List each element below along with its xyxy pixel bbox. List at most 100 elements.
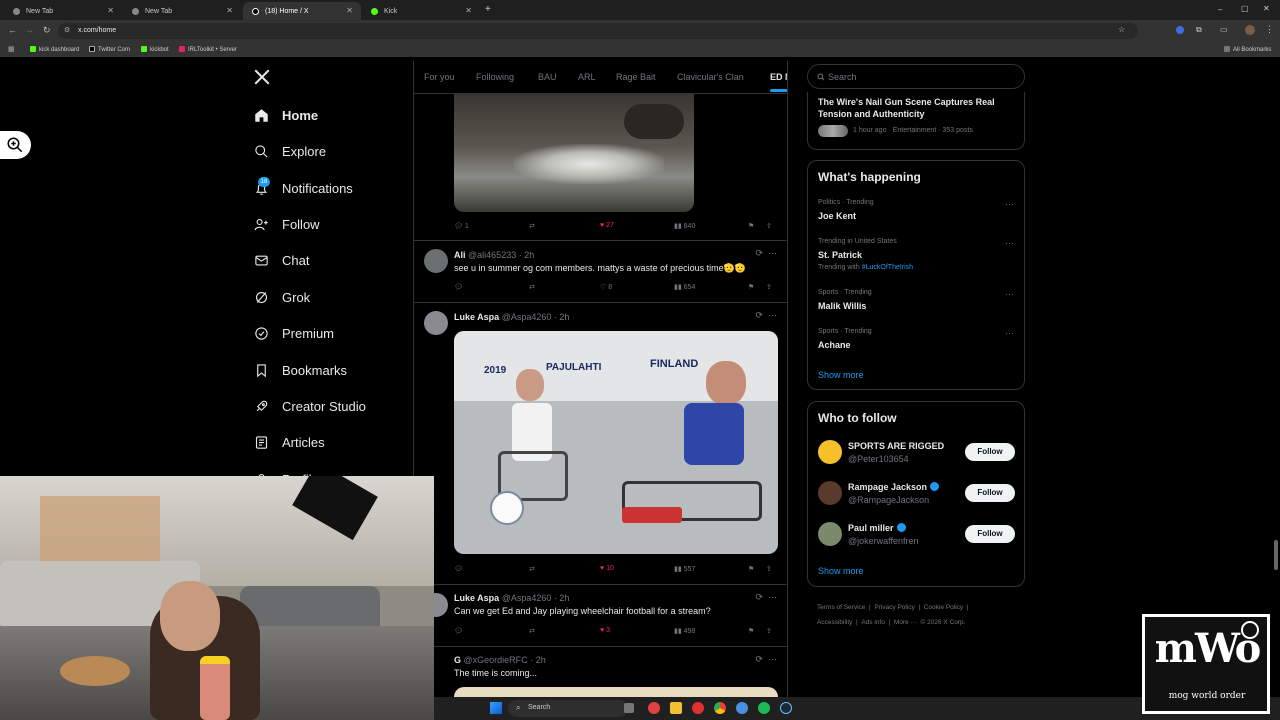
- more-icon[interactable]: ···: [1005, 328, 1014, 338]
- share-icon[interactable]: ⇪: [766, 565, 772, 573]
- window-close-button[interactable]: ✕: [1263, 4, 1270, 13]
- trend-item[interactable]: Malik Willis: [818, 301, 866, 311]
- avatar[interactable]: [818, 481, 842, 505]
- avatar[interactable]: [424, 249, 448, 273]
- post[interactable]: 💬︎ 1 ⇄ ♥ 27 ▮▮ 840 ⚑ ⇪: [414, 94, 787, 241]
- bookmark-icon[interactable]: ⚑: [748, 627, 754, 635]
- reload-icon[interactable]: ↻: [43, 25, 51, 36]
- app-icon[interactable]: [736, 702, 748, 714]
- spotify-icon[interactable]: [758, 702, 770, 714]
- like-button[interactable]: ♥ 10: [600, 565, 614, 572]
- post[interactable]: Luke Aspa @Aspa4260 · 2h ⟳ ··· 2019 PAJU…: [414, 303, 787, 585]
- bookmark-item[interactable]: Twitter Com: [89, 46, 130, 53]
- side-panel-icon[interactable]: ▭: [1220, 25, 1228, 34]
- minimize-button[interactable]: –: [1218, 5, 1222, 14]
- more-icon[interactable]: ···: [1005, 238, 1014, 248]
- bookmark-star-icon[interactable]: ☆: [1118, 25, 1125, 34]
- footer-link[interactable]: Privacy Policy: [874, 604, 914, 611]
- views-count[interactable]: ▮▮ 840: [674, 222, 695, 230]
- post-image[interactable]: [454, 94, 694, 212]
- footer-link[interactable]: Terms of Service: [817, 604, 865, 611]
- nav-creator-studio[interactable]: Creator Studio: [254, 394, 366, 418]
- browser-tab-active[interactable]: (18) Home / X ✕: [243, 2, 361, 20]
- x-logo-icon[interactable]: [253, 68, 271, 91]
- search-input[interactable]: Search: [807, 64, 1025, 89]
- file-explorer-icon[interactable]: [670, 702, 682, 714]
- browser-tab[interactable]: Kick ✕: [362, 2, 480, 20]
- footer-link[interactable]: More ···: [894, 619, 917, 626]
- nav-follow[interactable]: Follow: [254, 212, 320, 236]
- views-count[interactable]: ▮▮ 557: [674, 565, 695, 573]
- forward-icon[interactable]: →: [25, 25, 34, 35]
- reply-button[interactable]: 💬︎: [454, 283, 463, 291]
- trend-item[interactable]: Achane: [818, 340, 851, 350]
- close-tab-icon[interactable]: ✕: [465, 6, 472, 15]
- share-icon[interactable]: ⇪: [766, 627, 772, 635]
- like-button[interactable]: ♥ 27: [600, 222, 614, 229]
- more-icon[interactable]: ⟳ ···: [755, 654, 777, 665]
- nav-explore[interactable]: Explore: [254, 139, 326, 163]
- tab-ed-m[interactable]: ED M: [770, 72, 787, 92]
- nav-articles[interactable]: Articles: [254, 430, 325, 454]
- repost-icon[interactable]: ⇄: [529, 283, 535, 291]
- news-headline[interactable]: The Wire's Nail Gun Scene Captures Real …: [818, 96, 1013, 120]
- task-view-icon[interactable]: [624, 703, 634, 713]
- windows-start-icon[interactable]: [490, 702, 502, 714]
- new-tab-button[interactable]: +: [485, 4, 491, 15]
- steam-icon[interactable]: [780, 702, 792, 714]
- nav-premium[interactable]: Premium: [254, 321, 334, 345]
- url-text[interactable]: x.com/home: [78, 27, 116, 34]
- follow-button[interactable]: Follow: [965, 443, 1015, 461]
- account-name[interactable]: Rampage Jackson: [848, 482, 940, 492]
- post-image[interactable]: 2019 PAJULAHTI FINLAND: [454, 331, 778, 554]
- avatar[interactable]: [424, 311, 448, 335]
- reply-button[interactable]: 💬︎ 1: [454, 222, 469, 230]
- tab-following[interactable]: Following: [476, 72, 514, 82]
- all-bookmarks[interactable]: All Bookmarks: [1224, 46, 1271, 53]
- repost-icon[interactable]: ⇄: [529, 222, 535, 230]
- app-icon[interactable]: [692, 702, 704, 714]
- nav-bookmarks[interactable]: Bookmarks: [254, 358, 347, 382]
- post[interactable]: Luke Aspa @Aspa4260 · 2h ⟳ ··· Can we ge…: [414, 585, 787, 647]
- apps-grid-icon[interactable]: ▦: [8, 45, 15, 53]
- like-button[interactable]: ♥ 3: [600, 627, 610, 634]
- close-tab-icon[interactable]: ✕: [107, 6, 114, 15]
- bookmark-item[interactable]: kick dashboard: [30, 46, 79, 53]
- more-icon[interactable]: ⟳ ···: [755, 248, 777, 259]
- nav-chat[interactable]: Chat: [254, 248, 309, 272]
- show-more-link[interactable]: Show more: [818, 370, 864, 380]
- site-info-icon[interactable]: ⚙: [64, 26, 70, 34]
- reply-button[interactable]: 💬︎: [454, 627, 463, 635]
- more-icon[interactable]: ⟳ ···: [755, 310, 777, 321]
- tab-rage-bait[interactable]: Rage Bait: [616, 72, 656, 82]
- footer-link[interactable]: Cookie Policy: [924, 604, 963, 611]
- tab-arl[interactable]: ARL: [578, 72, 596, 82]
- post[interactable]: Ali @ali465233 · 2h ⟳ ··· see u in summe…: [414, 241, 787, 303]
- share-icon[interactable]: ⇪: [766, 222, 772, 230]
- account-name[interactable]: Paul miller: [848, 523, 906, 533]
- tab-clavicular-clan[interactable]: Clavicular's Clan: [677, 72, 744, 82]
- nav-home[interactable]: Home: [254, 103, 318, 127]
- bookmark-icon[interactable]: ⚑: [748, 565, 754, 573]
- views-count[interactable]: ▮▮ 498: [674, 627, 695, 635]
- show-more-link[interactable]: Show more: [818, 566, 864, 576]
- trend-item[interactable]: Joe Kent: [818, 211, 856, 221]
- extensions-puzzle-icon[interactable]: ⧉: [1196, 25, 1202, 35]
- more-icon[interactable]: ⟳ ···: [755, 592, 777, 603]
- zoom-tool-button[interactable]: [0, 131, 31, 159]
- hashtag-link[interactable]: #LuckOfTheIrish: [862, 264, 913, 271]
- bookmark-item[interactable]: kickbot: [141, 46, 169, 53]
- close-tab-icon[interactable]: ✕: [226, 6, 233, 15]
- back-icon[interactable]: ←: [8, 25, 17, 35]
- more-icon[interactable]: ···: [1005, 199, 1014, 209]
- chrome-icon[interactable]: [714, 702, 726, 714]
- more-icon[interactable]: ···: [1005, 289, 1014, 299]
- tab-for-you[interactable]: For you: [424, 72, 455, 82]
- bookmark-icon[interactable]: ⚑: [748, 222, 754, 230]
- follow-button[interactable]: Follow: [965, 525, 1015, 543]
- bookmark-item[interactable]: IRLToolkit • Server: [179, 46, 237, 53]
- repost-icon[interactable]: ⇄: [529, 627, 535, 635]
- browser-tab[interactable]: New Tab ✕: [4, 2, 122, 20]
- browser-menu-icon[interactable]: ⋮: [1265, 24, 1274, 35]
- page-scrollbar[interactable]: [1274, 540, 1278, 570]
